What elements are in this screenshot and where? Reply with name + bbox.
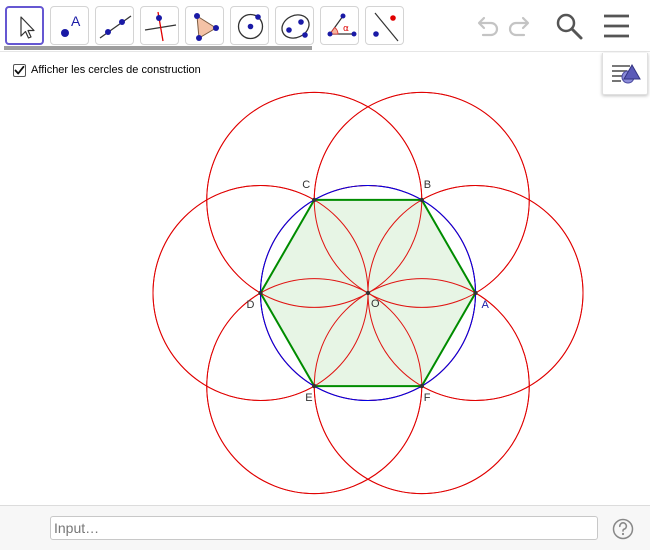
point-tool[interactable]: A <box>50 6 89 45</box>
toolbar-scroll-indicator <box>4 46 312 50</box>
angle-icon: α <box>327 13 357 37</box>
point-label-a: A <box>482 299 490 311</box>
point-a[interactable] <box>473 290 478 296</box>
perpendicular-line-icon <box>144 11 177 42</box>
circle-tool[interactable] <box>230 6 269 45</box>
polygon-tool[interactable] <box>185 6 224 45</box>
style-bar-toggle[interactable] <box>602 53 648 95</box>
point-b[interactable] <box>419 197 424 203</box>
hamburger-menu-icon[interactable] <box>601 10 631 40</box>
graphics-view[interactable]: A B C D E F O <box>0 53 650 505</box>
checkbox-label: Afficher les cercles de construction <box>31 64 201 76</box>
construction-circles-toggle[interactable]: Afficher les cercles de construction <box>13 62 201 78</box>
input-bar <box>0 505 650 550</box>
ellipse-icon <box>281 14 310 39</box>
search-icon[interactable] <box>553 10 585 42</box>
polygon-icon <box>194 13 219 41</box>
point-label-c: C <box>302 179 310 191</box>
conic-tool[interactable] <box>275 6 314 45</box>
cursor-arrow-icon <box>20 16 35 39</box>
point-f[interactable] <box>419 383 424 389</box>
point-e[interactable] <box>312 383 317 389</box>
perpendicular-tool[interactable] <box>140 6 179 45</box>
point-o[interactable] <box>365 290 371 296</box>
redo-icon[interactable] <box>506 10 536 40</box>
checkmark-icon <box>14 65 25 74</box>
reflect-tool[interactable] <box>365 6 404 45</box>
help-icon[interactable] <box>612 518 634 540</box>
line-through-points-icon <box>99 15 132 39</box>
toolbar: A α <box>0 0 650 52</box>
point-label-e: E <box>305 392 312 404</box>
line-tool[interactable] <box>95 6 134 45</box>
point-d[interactable] <box>258 290 263 296</box>
graphics-style-icon <box>612 63 641 84</box>
point-c[interactable] <box>312 197 317 203</box>
angle-tool[interactable]: α <box>320 6 359 45</box>
point-icon: A <box>61 13 81 37</box>
point-label-d: D <box>247 299 255 311</box>
point-tool-label: A <box>71 13 81 29</box>
point-label-o: O <box>371 298 380 310</box>
algebra-input[interactable] <box>50 516 598 540</box>
angle-tool-label: α <box>343 24 349 34</box>
checkbox[interactable] <box>13 63 26 77</box>
undo-icon[interactable] <box>471 10 501 40</box>
circle-center-point-icon <box>237 13 264 40</box>
move-tool[interactable] <box>5 6 44 45</box>
point-label-b: B <box>424 179 431 191</box>
point-label-f: F <box>424 392 431 404</box>
reflect-about-line-icon <box>373 12 399 42</box>
